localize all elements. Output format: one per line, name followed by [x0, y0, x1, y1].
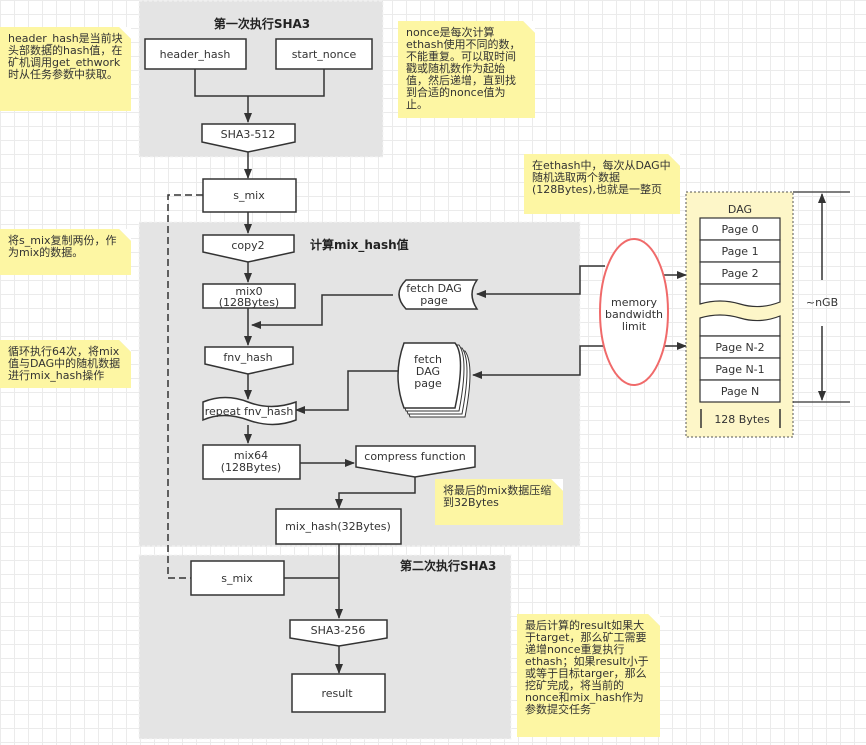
- svg-text:Page 0: Page 0: [721, 223, 758, 236]
- note-copy: 将s_mix复制两份，作 为mix的数据。: [0, 229, 131, 275]
- node-mix64[interactable]: mix64 (128Bytes): [202, 444, 301, 480]
- svg-text:copy2: copy2: [231, 239, 264, 252]
- dag-page-size: 128 Bytes: [714, 413, 770, 426]
- svg-text:start_nonce: start_nonce: [292, 48, 357, 61]
- group-title-mix-hash: 计算mix_hash值: [310, 237, 409, 253]
- dag-page-1[interactable]: Page 1: [699, 239, 781, 263]
- svg-text:mix_hash(32Bytes): mix_hash(32Bytes): [285, 520, 391, 533]
- svg-text:Page N-2: Page N-2: [715, 341, 764, 354]
- note-loop: 循环执行64次，将mix 值与DAG中的随机数据 进行mix_hash操作: [0, 340, 131, 388]
- note-nonce: nonce是每次计算 ethash使用不同的数， 不能重复。可以取时间 戳或随机…: [398, 21, 535, 118]
- node-fetch-dag-page-2[interactable]: fetch DAG page: [397, 342, 471, 418]
- node-header-hash[interactable]: header_hash: [144, 38, 247, 70]
- node-s-mix[interactable]: s_mix: [202, 178, 297, 213]
- svg-text:Page 1: Page 1: [721, 245, 758, 258]
- svg-text:repeat fnv_hash: repeat fnv_hash: [205, 405, 294, 418]
- node-start-nonce[interactable]: start_nonce: [275, 38, 373, 70]
- node-mix-hash-32[interactable]: mix_hash(32Bytes): [275, 508, 402, 545]
- svg-text:compress function: compress function: [364, 450, 465, 463]
- svg-text:s_mix: s_mix: [221, 572, 253, 585]
- svg-text:page: page: [414, 377, 442, 390]
- svg-text:page: page: [420, 294, 448, 307]
- svg-text:SHA3-512: SHA3-512: [221, 128, 276, 141]
- note-result: 最后计算的result如果大 于target，那么矿工需要 递增nonce重复执…: [517, 614, 660, 737]
- svg-text:result: result: [321, 687, 353, 700]
- svg-text:(128Bytes): (128Bytes): [219, 296, 279, 309]
- dag-page-n-2[interactable]: Page N-2: [699, 335, 781, 359]
- svg-text:SHA3-256: SHA3-256: [311, 624, 366, 637]
- dag-memory: DAG Page 0 Page 1 Page 2 Page N-2 Page N…: [685, 191, 794, 438]
- svg-text:header_hash: header_hash: [160, 48, 231, 61]
- svg-text:Page N: Page N: [721, 385, 759, 398]
- svg-text:Page N-1: Page N-1: [715, 363, 764, 376]
- note-dag-selection: 在ethash中，每次从DAG中 随机选取两个数据 (128Bytes),也就是…: [524, 154, 680, 214]
- group-title-sha3-second: 第二次执行SHA3: [400, 558, 496, 573]
- note-compress: 将最后的mix数据压缩 到32Bytes: [435, 479, 563, 525]
- memory-bandwidth-limit[interactable]: memory bandwidth limit: [599, 238, 669, 386]
- node-mix0[interactable]: mix0 (128Bytes): [202, 283, 296, 309]
- dag-page-n[interactable]: Page N: [699, 379, 781, 403]
- dag-total-size: ~nGB: [806, 296, 838, 309]
- group-title-sha3-first: 第一次执行SHA3: [214, 16, 310, 31]
- node-s-mix-second[interactable]: s_mix: [190, 560, 285, 596]
- svg-text:Page 2: Page 2: [721, 267, 758, 280]
- svg-text:(128Bytes): (128Bytes): [221, 461, 281, 474]
- node-result[interactable]: result: [291, 673, 386, 713]
- svg-text:limit: limit: [622, 320, 647, 333]
- svg-text:fnv_hash: fnv_hash: [223, 351, 272, 364]
- note-header-hash: header_hash是当前块 头部数据的hash值，在 矿机调用get_eth…: [0, 27, 131, 111]
- dag-title: DAG: [728, 203, 752, 216]
- dag-page-0[interactable]: Page 0: [699, 217, 781, 241]
- svg-text:s_mix: s_mix: [233, 189, 265, 202]
- dag-size-dimension: ~nGB: [793, 191, 850, 403]
- dag-page-2[interactable]: Page 2: [699, 261, 781, 285]
- dag-page-n-1[interactable]: Page N-1: [699, 357, 781, 381]
- node-fetch-dag-page-1[interactable]: fetch DAG page: [398, 279, 479, 310]
